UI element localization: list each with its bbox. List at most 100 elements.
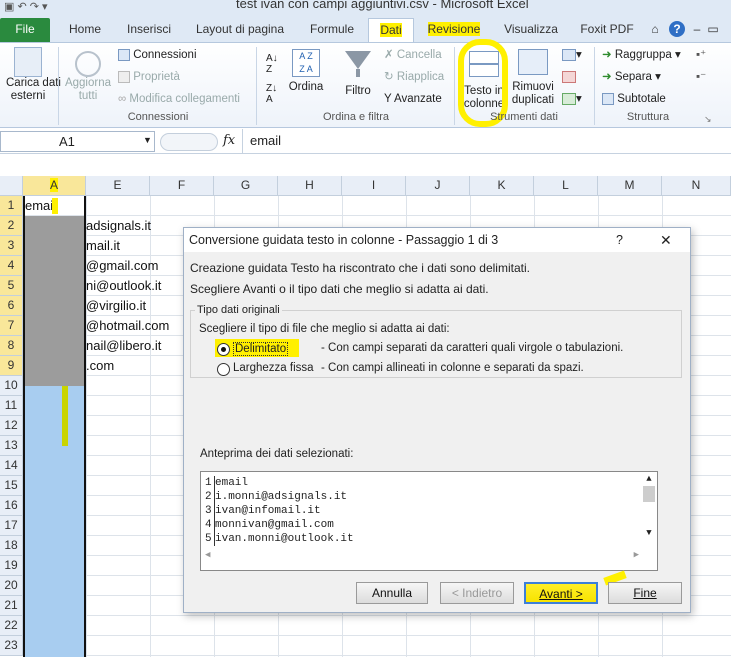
cell-e2[interactable]: adsignals.it [86, 216, 151, 236]
row-header[interactable]: 14 [0, 456, 23, 476]
col-header-g[interactable]: G [214, 176, 278, 196]
select-all-corner[interactable] [0, 176, 23, 196]
tab-inserisci[interactable]: Inserisci [120, 18, 178, 42]
tab-file[interactable]: File [0, 18, 50, 42]
horizontal-scrollbar[interactable]: ◀ ▶ [205, 550, 639, 566]
col-header-k[interactable]: K [470, 176, 534, 196]
row-header[interactable]: 6 [0, 296, 23, 316]
dialog-launcher-icon[interactable]: ↘ [704, 113, 712, 126]
col-header-i[interactable]: I [342, 176, 406, 196]
cell-e9[interactable]: .com [86, 356, 114, 376]
scroll-down-icon[interactable]: ▼ [641, 528, 657, 538]
row-header[interactable]: 20 [0, 576, 23, 596]
quick-access-toolbar[interactable]: ▣ ↶ ↷ ▾ [4, 0, 48, 13]
row-header[interactable]: 7 [0, 316, 23, 336]
col-header-h[interactable]: H [278, 176, 342, 196]
avanzate-button[interactable]: Y Avanzate [384, 93, 442, 106]
col-header-e[interactable]: E [86, 176, 150, 196]
consolidate-icon[interactable] [562, 71, 576, 84]
row-header[interactable]: 3 [0, 236, 23, 256]
subtotale-button[interactable]: Subtotale [602, 93, 666, 106]
col-header-f[interactable]: F [150, 176, 214, 196]
radio-delimitato[interactable] [217, 343, 230, 356]
row-header[interactable]: 12 [0, 416, 23, 436]
fine-button[interactable]: Fine [608, 582, 682, 604]
row-header[interactable]: 13 [0, 436, 23, 456]
carica-dati-button[interactable]: Carica dati esterni [6, 47, 61, 103]
data-validation-icon[interactable]: ▾ [562, 49, 582, 62]
dialog-help-button[interactable]: ? [616, 228, 623, 252]
restore-window-icon[interactable]: ▭ [706, 18, 720, 42]
modifica-collegamenti-button[interactable]: ∞ Modifica collegamenti [118, 93, 240, 106]
what-if-icon[interactable]: ▾ [562, 93, 582, 106]
col-header-l[interactable]: L [534, 176, 598, 196]
cell-e5[interactable]: ni@outlook.it [86, 276, 161, 296]
col-header-j[interactable]: J [406, 176, 470, 196]
row-header[interactable]: 9 [0, 356, 23, 376]
option-larghezza-label[interactable]: Larghezza fissa [233, 362, 314, 374]
separa-button[interactable]: ➜ Separa ▾ [602, 71, 661, 84]
row-header[interactable]: 23 [0, 636, 23, 656]
rimuovi-duplicati-button[interactable]: Rimuovi duplicati [510, 49, 556, 107]
formula-input[interactable]: email [250, 133, 281, 148]
col-header-n[interactable]: N [662, 176, 731, 196]
preview-box[interactable]: 1 email 2 i.monni@adsignals.it 3 ivan@infomai… [200, 471, 658, 571]
filtro-button[interactable]: Filtro [340, 49, 376, 98]
row-header[interactable]: 10 [0, 376, 23, 396]
col-header-a[interactable]: A [23, 176, 86, 196]
radio-larghezza-fissa[interactable] [217, 363, 230, 376]
tab-dati[interactable]: Dati [368, 18, 414, 42]
row-header[interactable]: 8 [0, 336, 23, 356]
close-icon[interactable]: ✕ [660, 228, 672, 252]
row-header[interactable]: 1 [0, 196, 23, 216]
hide-detail-icon[interactable]: ▪⁻ [696, 71, 706, 84]
col-header-m[interactable]: M [598, 176, 662, 196]
row-header[interactable]: 2 [0, 216, 23, 236]
show-detail-icon[interactable]: ▪⁺ [696, 49, 706, 62]
tab-visualizza[interactable]: Visualizza [496, 18, 566, 42]
tab-layout[interactable]: Layout di pagina [188, 18, 292, 42]
aggiorna-tutti-button[interactable]: Aggiorna tutti [62, 51, 114, 103]
scroll-right-icon[interactable]: ▶ [634, 550, 639, 560]
row-header[interactable]: 15 [0, 476, 23, 496]
name-box[interactable]: A1 [0, 131, 155, 152]
scroll-up-icon[interactable]: ▲ [641, 474, 657, 484]
avanti-button[interactable]: Avanti > [524, 582, 598, 604]
cell-e4[interactable]: @gmail.com [86, 256, 158, 276]
row-header[interactable]: 17 [0, 516, 23, 536]
cell-e7[interactable]: @hotmail.com [86, 316, 169, 336]
chevron-down-icon[interactable]: ▼ [143, 135, 152, 145]
row-header[interactable]: 19 [0, 556, 23, 576]
row-header[interactable]: 22 [0, 616, 23, 636]
option-delimitato-label[interactable]: Delimitato [233, 342, 289, 356]
cell-e3[interactable]: mail.it [86, 236, 120, 256]
row-header[interactable]: 18 [0, 536, 23, 556]
row-header[interactable]: 16 [0, 496, 23, 516]
help-icon[interactable]: ? [668, 18, 686, 42]
raggruppa-button[interactable]: ➜ Raggruppa ▾ [602, 49, 681, 62]
tab-home[interactable]: Home [60, 18, 110, 42]
vertical-scrollbar[interactable]: ▲ ▼ [641, 474, 657, 548]
sort-za-button[interactable]: Z↓ A [266, 83, 277, 105]
row-header[interactable]: 5 [0, 276, 23, 296]
fx-icon[interactable]: fx [223, 133, 235, 148]
tab-foxit[interactable]: Foxit PDF [574, 18, 640, 42]
indietro-button[interactable]: < Indietro [440, 582, 514, 604]
cancella-button[interactable]: ✗ Cancella [384, 49, 442, 62]
row-header[interactable]: 4 [0, 256, 23, 276]
riapplica-button[interactable]: ↻ Riapplica [384, 71, 444, 84]
minimize-window-icon[interactable]: – [690, 18, 704, 42]
tab-formule[interactable]: Formule [302, 18, 362, 42]
proprieta-button[interactable]: Proprietà [118, 71, 180, 84]
cell-e8[interactable]: nail@libero.it [86, 336, 161, 356]
scroll-left-icon[interactable]: ◀ [205, 550, 210, 560]
sort-az-button[interactable]: A↓ Z [266, 53, 278, 75]
cell-e6[interactable]: @virgilio.it [86, 296, 146, 316]
ordina-button[interactable]: A ZZ A Ordina [288, 49, 324, 94]
minimize-ribbon-icon[interactable]: ⌂ [648, 18, 662, 42]
scroll-thumb[interactable] [643, 486, 655, 502]
connessioni-button[interactable]: Connessioni [118, 49, 197, 62]
row-header[interactable]: 21 [0, 596, 23, 616]
annulla-button[interactable]: Annulla [356, 582, 428, 604]
row-header[interactable]: 11 [0, 396, 23, 416]
